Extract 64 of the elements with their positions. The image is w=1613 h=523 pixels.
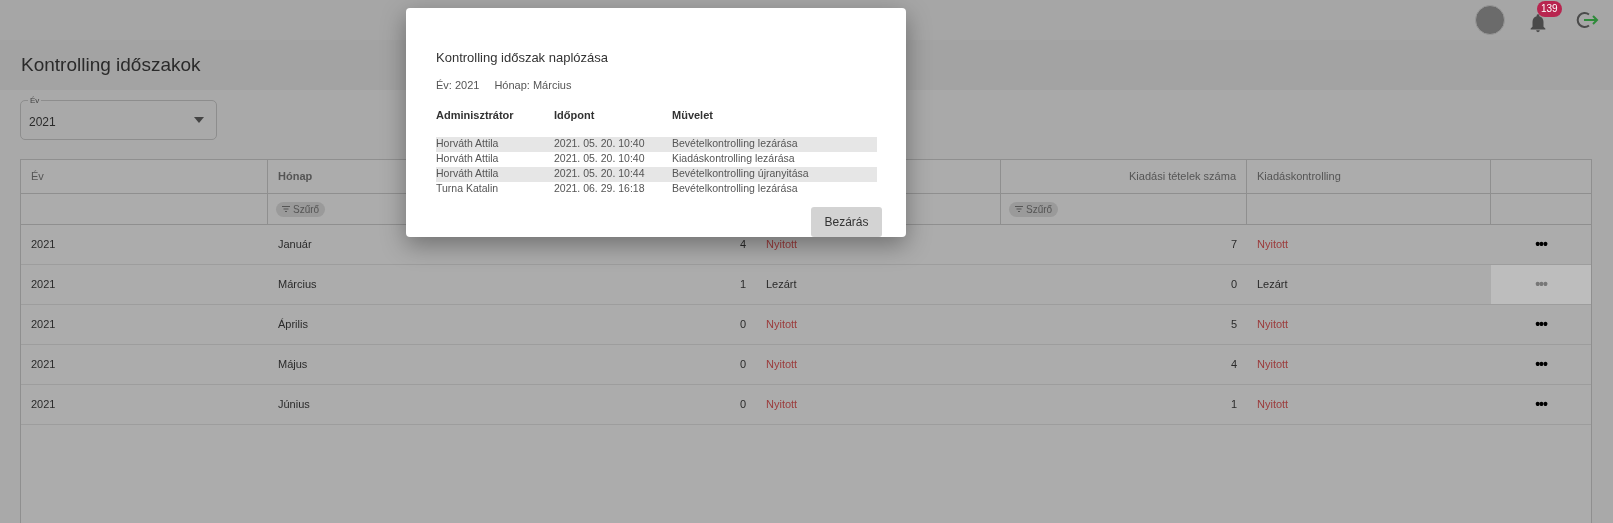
log-cell-text: 2021. 05. 20. 10:44: [554, 166, 646, 182]
log-cell: Bevételkontrolling lezárása: [672, 136, 798, 152]
log-cell-text: Turna Katalin: [436, 181, 500, 197]
column-header: Kiadáskontrolling: [1257, 169, 1341, 185]
status-text: Nyitott: [1257, 397, 1289, 413]
log-cell-text: Horváth Attila: [436, 151, 500, 167]
dialog-title: Kontrolling időszak naplózása: [436, 49, 609, 67]
log-cell-text: 2021. 05. 20. 10:40: [554, 136, 646, 152]
more-actions-button[interactable]: •••: [1535, 314, 1547, 335]
table-cell-text: Május: [278, 357, 308, 373]
log-cell-text: 2021. 06. 29. 16:18: [554, 181, 646, 197]
table-cell-text: 2021: [31, 237, 56, 253]
table-cell-text: 7: [1230, 237, 1237, 253]
log-column-header: Időpont: [554, 108, 596, 123]
table-cell-text: 5: [1230, 317, 1237, 333]
table-cell-text: 2021: [31, 277, 56, 293]
filter-icon: [282, 206, 290, 212]
status-text: Nyitott: [766, 397, 798, 413]
status-text: Nyitott: [1257, 317, 1289, 333]
status-text: Lezárt: [766, 277, 797, 293]
more-actions-button[interactable]: •••: [1535, 234, 1547, 255]
caret-icon: [194, 117, 204, 123]
status-text: Nyitott: [766, 317, 798, 333]
avatar[interactable]: [1475, 5, 1505, 35]
dialog-month: Hónap: Március: [494, 77, 572, 93]
status-text: Nyitott: [1257, 237, 1289, 253]
column-header: Kiadási tételek száma: [1129, 169, 1236, 185]
status-text: Nyitott: [766, 237, 798, 253]
table-cell-text: 0: [739, 397, 746, 413]
column-header: Év: [31, 169, 44, 185]
close-button[interactable]: Bezárás: [811, 206, 882, 237]
table-cell-text: 0: [739, 357, 746, 373]
page-title: Kontrolling időszakok: [21, 52, 201, 77]
more-actions-button[interactable]: •••: [1535, 394, 1547, 415]
table-cell-text: 2021: [31, 397, 56, 413]
status-text: Nyitott: [766, 357, 798, 373]
table-cell-text: 1: [1230, 397, 1237, 413]
table-cell-text: 2021: [31, 317, 56, 333]
log-cell: Kiadáskontrolling lezárása: [672, 151, 795, 167]
log-cell: Bevételkontrolling lezárása: [672, 181, 798, 197]
log-column-header: Müvelet: [672, 108, 713, 123]
log-cell: Bevételkontrolling újranyitása: [672, 166, 809, 182]
table-cell-text: 4: [739, 237, 746, 253]
table-cell-text: 4: [1230, 357, 1237, 373]
table-cell-text: 0: [739, 317, 746, 333]
select-value: 2021: [29, 114, 56, 131]
table-cell-text: 1: [739, 277, 746, 293]
status-text: Nyitott: [1257, 357, 1289, 373]
log-column-header: Adminisztrátor: [436, 108, 515, 123]
notification-badge: 139: [1537, 1, 1562, 17]
table-cell-text: 2021: [31, 357, 56, 373]
table-cell-text: Április: [278, 317, 308, 333]
status-text: Lezárt: [1257, 277, 1288, 293]
log-cell-text: 2021. 05. 20. 10:40: [554, 151, 646, 167]
more-actions-button[interactable]: •••: [1535, 354, 1547, 375]
table-cell-text: Március: [278, 277, 317, 293]
table-cell-text: Június: [278, 397, 310, 413]
table-cell-text: 0: [1230, 277, 1237, 293]
dialog-year: Év: 2021: [436, 77, 480, 93]
column-header: Hónap: [278, 169, 313, 185]
filter-icon: [1015, 206, 1023, 212]
log-cell-text: Horváth Attila: [436, 136, 500, 152]
log-cell-text: Horváth Attila: [436, 166, 500, 182]
table-cell-text: Január: [278, 237, 312, 253]
